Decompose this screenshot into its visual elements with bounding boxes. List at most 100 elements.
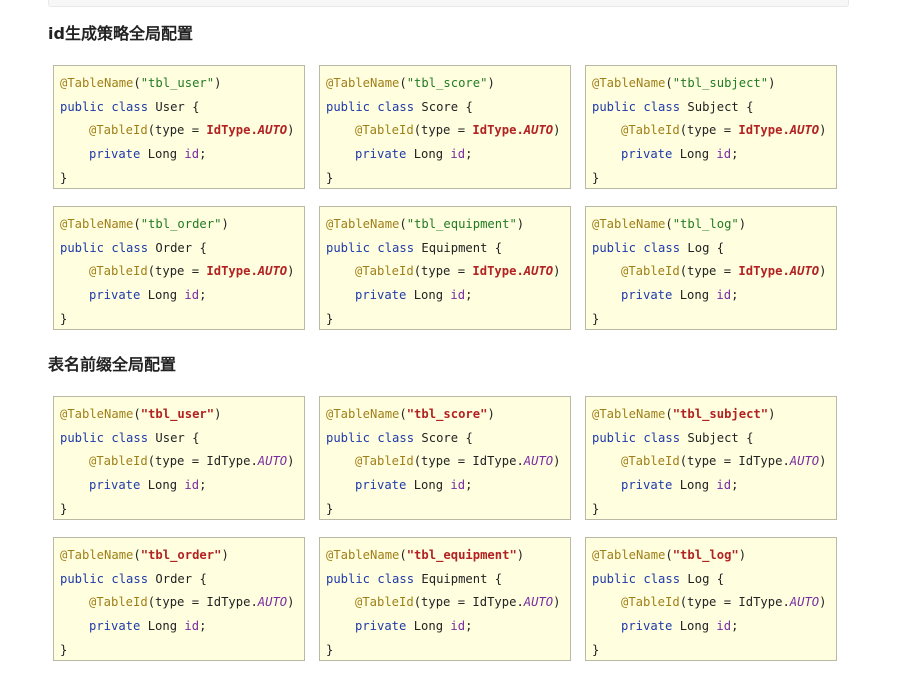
code-line-field: private Long id;	[592, 143, 836, 167]
paren-close: )	[819, 264, 827, 279]
type-assign: (type =	[413, 454, 473, 469]
field-id: id	[450, 288, 466, 303]
class-name: Order	[155, 571, 193, 586]
keyword-private: private	[355, 288, 407, 303]
code-line-field: private Long id;	[326, 474, 570, 498]
semicolon: ;	[199, 147, 207, 162]
annotation-tableid: @TableId	[355, 595, 414, 610]
keyword-class: class	[377, 430, 415, 445]
keyword-private: private	[89, 147, 141, 162]
dot: .	[782, 595, 790, 610]
code-line-close: }	[60, 498, 304, 522]
class-name: Order	[155, 240, 193, 255]
paren-close: )	[553, 454, 561, 469]
type-long: Long	[147, 478, 178, 493]
keyword-private: private	[355, 619, 407, 634]
type-assign: (type =	[147, 123, 207, 138]
code-line-class: public class Order {	[60, 237, 304, 261]
code-block: @TableName("tbl_equipment") public class …	[319, 206, 571, 330]
code-line-tableid: @TableId(type = IdType.AUTO)	[592, 450, 836, 474]
keyword-public: public	[326, 430, 371, 445]
auto-constant: AUTO	[789, 595, 820, 610]
brace-open: {	[465, 99, 473, 114]
field-id: id	[184, 619, 200, 634]
annotation-tableid: @TableId	[621, 123, 680, 138]
code-line-annotation: @TableName("tbl_score")	[326, 403, 570, 427]
code-line-class: public class Subject {	[592, 427, 836, 451]
auto-constant: AUTO	[789, 123, 820, 138]
dot: .	[782, 123, 790, 138]
keyword-class: class	[111, 430, 149, 445]
code-line-close: }	[60, 639, 304, 663]
code-line-tableid: @TableId(type = IdType.AUTO)	[326, 260, 570, 284]
field-id: id	[184, 147, 200, 162]
brace-open: {	[494, 571, 503, 586]
code-line-class: public class User {	[60, 427, 304, 451]
table-name-string: "tbl_log"	[672, 548, 739, 562]
class-name: Subject	[687, 430, 739, 445]
class-name: Log	[687, 240, 710, 255]
idtype-enum: IdType	[738, 454, 783, 469]
class-name: Equipment	[421, 571, 488, 586]
annotation-tableid: @TableId	[89, 454, 148, 469]
paren-open: (	[665, 76, 673, 90]
paren-close: )	[287, 123, 295, 138]
code-line-class: public class Score {	[326, 427, 570, 451]
paren-open: (	[399, 76, 407, 90]
annotation-tablename: @TableName	[326, 548, 400, 562]
annotation-tableid: @TableId	[355, 454, 414, 469]
field-id: id	[716, 478, 732, 493]
paren-close: )	[287, 264, 295, 279]
type-assign: (type =	[413, 123, 473, 138]
keyword-private: private	[355, 478, 407, 493]
code-line-tableid: @TableId(type = IdType.AUTO)	[326, 450, 570, 474]
dot: .	[516, 595, 524, 610]
type-assign: (type =	[413, 595, 473, 610]
annotation-tableid: @TableId	[89, 123, 148, 138]
brace-close: }	[592, 501, 600, 516]
type-assign: (type =	[679, 264, 739, 279]
code-line-tableid: @TableId(type = IdType.AUTO)	[60, 591, 304, 615]
auto-constant: AUTO	[523, 454, 554, 469]
code-line-class: public class Log {	[592, 237, 836, 261]
paren-close: )	[221, 548, 229, 562]
type-assign: (type =	[413, 264, 473, 279]
table-name-string: "tbl_user"	[140, 407, 215, 421]
class-name: Log	[687, 571, 710, 586]
code-line-annotation: @TableName("tbl_score")	[326, 72, 570, 96]
code-line-annotation: @TableName("tbl_log")	[592, 544, 836, 568]
semicolon: ;	[731, 619, 739, 634]
class-name: User	[155, 99, 185, 114]
type-long: Long	[413, 147, 444, 162]
keyword-public: public	[326, 240, 371, 255]
brace-close: }	[60, 642, 68, 657]
paren-close: )	[287, 454, 295, 469]
class-name: Score	[421, 99, 459, 114]
paren-close: )	[487, 76, 495, 90]
code-block: @TableName("tbl_order") public class Orde…	[53, 206, 305, 330]
semicolon: ;	[465, 288, 473, 303]
keyword-private: private	[621, 288, 673, 303]
auto-constant: AUTO	[789, 264, 820, 279]
dot: .	[250, 123, 258, 138]
idtype-enum: IdType	[206, 595, 251, 610]
semicolon: ;	[199, 478, 207, 493]
idtype-enum: IdType	[738, 264, 783, 279]
code-line-tableid: @TableId(type = IdType.AUTO)	[326, 591, 570, 615]
code-line-field: private Long id;	[592, 284, 836, 308]
field-id: id	[184, 478, 200, 493]
semicolon: ;	[731, 478, 739, 493]
paren-close: )	[738, 217, 747, 231]
paren-close: )	[214, 76, 222, 90]
type-long: Long	[147, 147, 178, 162]
paren-open: (	[133, 407, 141, 421]
keyword-public: public	[326, 99, 371, 114]
annotation-tablename: @TableName	[592, 548, 666, 562]
type-long: Long	[413, 619, 444, 634]
code-line-annotation: @TableName("tbl_equipment")	[326, 213, 570, 237]
semicolon: ;	[465, 619, 473, 634]
auto-constant: AUTO	[523, 595, 554, 610]
paren-open: (	[399, 548, 407, 562]
code-line-close: }	[326, 167, 570, 191]
code-block: @TableName("tbl_user") public class User …	[53, 396, 305, 520]
